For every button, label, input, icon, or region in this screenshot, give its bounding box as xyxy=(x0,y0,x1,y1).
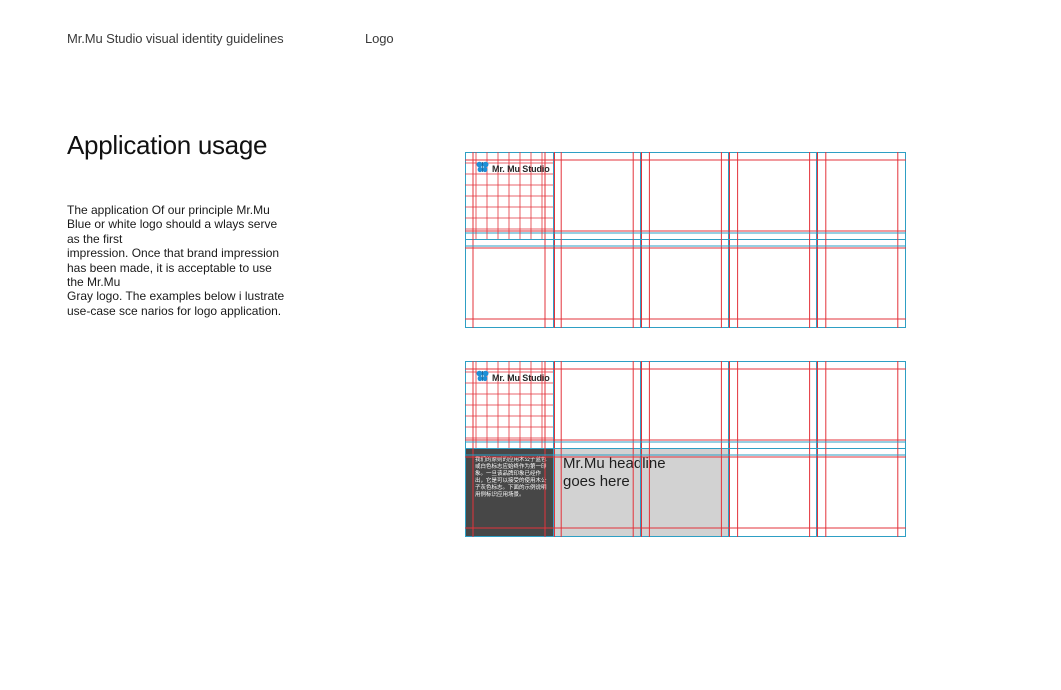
example-panel-layout: 我们的原则的应用木公子蓝色或白色标志应始终作为第一印象。一旦该品牌印象已经作出，… xyxy=(465,361,906,537)
layout-guides xyxy=(465,152,906,328)
logo: Mr. Mu Studio xyxy=(476,369,550,387)
body-text: The application Of our principle Mr.Mu B… xyxy=(67,203,285,318)
butterfly-icon xyxy=(476,160,489,178)
logo-text: Mr. Mu Studio xyxy=(492,164,550,174)
butterfly-icon xyxy=(476,369,489,387)
example-panel-logo-grid: Mr. Mu Studio xyxy=(465,152,906,328)
logo: Mr. Mu Studio xyxy=(476,160,550,178)
section-label: Logo xyxy=(365,31,394,46)
layout-guides xyxy=(465,361,906,537)
doc-title: Mr.Mu Studio visual identity guidelines xyxy=(67,31,284,46)
logo-text: Mr. Mu Studio xyxy=(492,373,550,383)
page-title: Application usage xyxy=(67,130,268,160)
